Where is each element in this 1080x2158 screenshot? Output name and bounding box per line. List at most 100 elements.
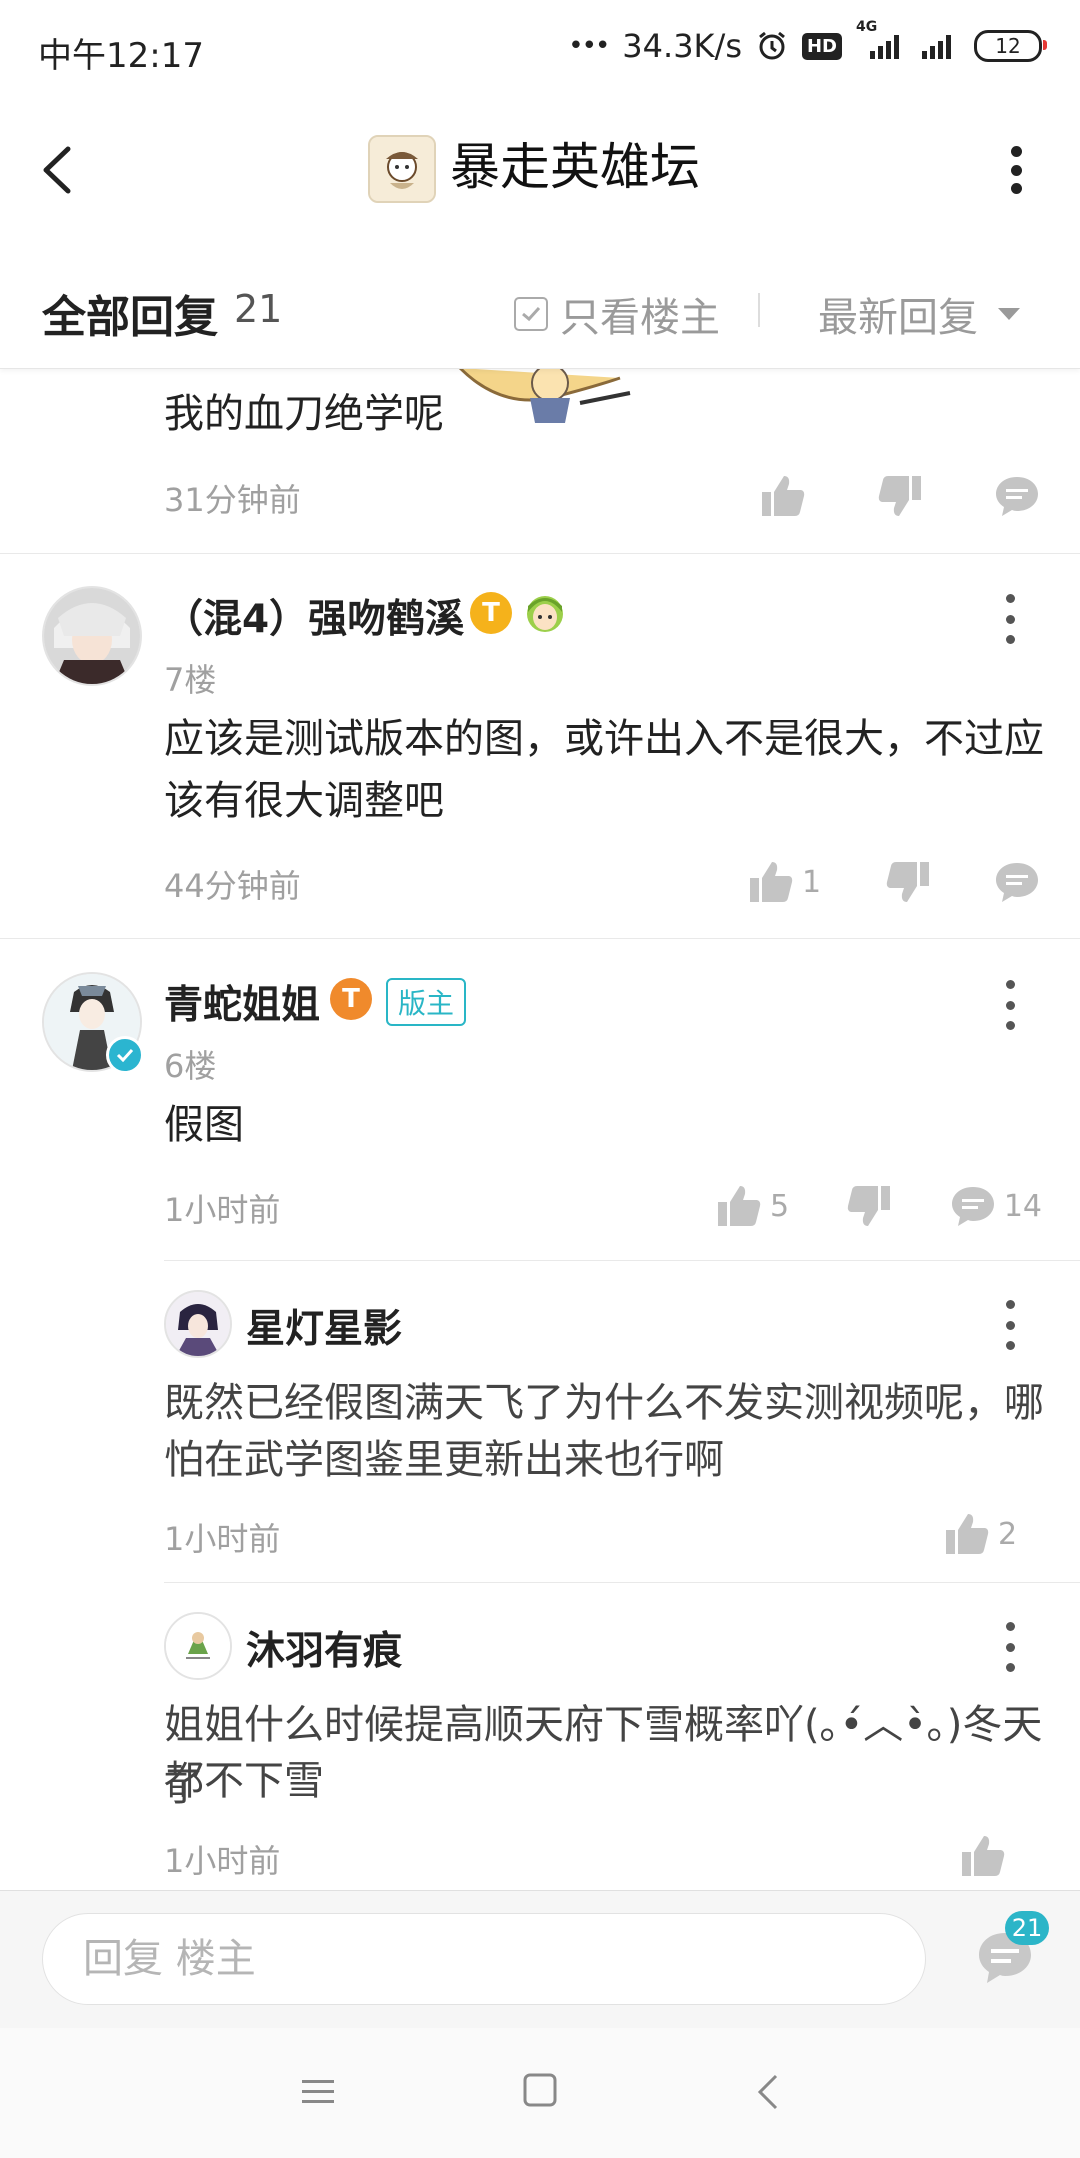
comment-more-button[interactable] — [1004, 594, 1016, 644]
like-button[interactable]: 1 — [748, 860, 821, 904]
username[interactable]: 沐羽有痕 — [246, 1620, 402, 1676]
reply-more-button[interactable] — [1004, 1622, 1016, 1672]
reply-header: 全部回复 21 只看楼主 最新回复 — [0, 243, 1080, 369]
avatar[interactable] — [42, 586, 142, 686]
avatar[interactable] — [164, 1290, 232, 1358]
home-button[interactable] — [522, 2072, 558, 2108]
back-triangle-icon — [757, 2074, 778, 2110]
more-options-button[interactable] — [1010, 140, 1030, 200]
reply-button[interactable] — [994, 860, 1040, 904]
back-button[interactable] — [38, 135, 98, 205]
alarm-icon — [756, 30, 788, 62]
comment-bubble-icon — [996, 477, 1038, 516]
checkbox-icon — [514, 297, 548, 331]
status-bar: 中午12:17 ••• 34.3K/s HD 4G 12 — [0, 0, 1080, 95]
level-badge: T — [470, 592, 512, 634]
vertical-dots-icon — [1010, 146, 1022, 194]
reply-time: 1小时前 — [164, 1520, 281, 1558]
network-speed: 34.3K/s — [622, 27, 742, 65]
only-op-label: 只看楼主 — [560, 295, 720, 341]
reply-divider — [164, 1582, 1080, 1583]
menu-button[interactable] — [300, 2074, 336, 2110]
reply-text-line: 怕在武学图鉴里更新出来也行啊 — [164, 1437, 724, 1483]
like-button[interactable]: 5 — [716, 1184, 789, 1228]
back-arrow-icon — [43, 146, 71, 194]
comment-divider — [0, 553, 1080, 554]
thumbs-up-icon — [750, 862, 793, 902]
header-separator — [758, 293, 760, 327]
forum-logo — [368, 135, 436, 203]
thumbs-down-icon — [878, 476, 921, 516]
reply-count: 21 — [234, 287, 283, 331]
only-op-toggle[interactable]: 只看楼主 — [514, 285, 720, 343]
username[interactable]: 青蛇姐姐 — [164, 974, 320, 1030]
comment-time: 1小时前 — [164, 1191, 281, 1229]
sort-dropdown[interactable]: 最新回复 — [818, 285, 1022, 343]
comment-more-button[interactable] — [1004, 980, 1016, 1030]
title-bar: 暴走英雄坛 — [0, 95, 1080, 244]
comment-actions: 1 — [748, 852, 1040, 912]
reply-input-bar: 回复 楼主 21 — [0, 1890, 1080, 2029]
level-badge: T — [330, 978, 372, 1020]
thumbs-up-icon — [946, 1514, 989, 1554]
reply-divider — [164, 1260, 1080, 1261]
dislike-button[interactable] — [877, 474, 923, 518]
reply-button[interactable]: 14 — [950, 1184, 1042, 1228]
system-back-button[interactable] — [754, 2072, 784, 2112]
like-button[interactable] — [960, 1834, 1006, 1878]
hd-icon: HD — [801, 32, 842, 60]
verified-icon — [106, 1036, 144, 1074]
signal-icon — [920, 31, 960, 61]
username[interactable]: 星灯星影 — [246, 1298, 402, 1354]
thumbs-up-icon — [762, 476, 805, 516]
floor-number: 6楼 — [164, 1047, 217, 1085]
comment-actions: 5 14 — [716, 1176, 1042, 1236]
comment-bubble-icon — [996, 863, 1038, 902]
all-replies-title: 全部回复 — [42, 292, 218, 343]
comment-actions — [760, 466, 1040, 526]
sort-label: 最新回复 — [818, 295, 978, 341]
reply-count: 14 — [1003, 1188, 1042, 1224]
like-count: 2 — [998, 1516, 1018, 1552]
like-count: 5 — [770, 1188, 790, 1224]
battery-icon: 12 — [974, 30, 1047, 62]
chevron-down-icon — [998, 308, 1020, 320]
comment-text: 假图 — [164, 1102, 244, 1148]
comment-time: 31分钟前 — [164, 481, 301, 519]
comment-text-line: 该有很大调整吧 — [164, 778, 444, 824]
status-time: 中午12:17 — [38, 36, 204, 76]
like-button[interactable] — [760, 474, 806, 518]
username[interactable]: （混4）强吻鹤溪 — [164, 588, 464, 644]
reply-input[interactable]: 回复 楼主 — [42, 1913, 926, 2005]
thumbs-up-icon — [962, 1836, 1005, 1876]
comment-divider — [0, 938, 1080, 939]
comment-text-line: 应该是测试版本的图，或许出入不是很大，不过应 — [164, 716, 1044, 762]
thumbs-down-icon — [848, 1186, 891, 1226]
comment-bubble-icon — [951, 1187, 994, 1226]
comment-time: 44分钟前 — [164, 867, 301, 905]
emblem-icon — [522, 590, 568, 636]
level-text: T — [342, 984, 360, 1014]
moderator-badge: 版主 — [386, 978, 467, 1026]
like-count: 1 — [802, 864, 822, 900]
more-dots: ••• — [568, 31, 610, 61]
reply-time: 1小时前 — [164, 1842, 281, 1880]
avatar[interactable] — [164, 1612, 232, 1680]
thumbs-up-icon — [718, 1186, 761, 1226]
status-icons: ••• 34.3K/s HD 4G 12 — [568, 19, 1047, 66]
thumbs-down-icon — [886, 862, 929, 902]
floor-number: 7楼 — [164, 661, 217, 699]
battery-level: 12 — [995, 34, 1021, 58]
reply-button[interactable] — [994, 474, 1040, 518]
reply-text-line: 既然已经假图满天飞了为什么不发实测视频呢，哪 — [164, 1380, 1044, 1426]
reply-more-button[interactable] — [1004, 1300, 1016, 1350]
network-type: 4G — [856, 19, 878, 35]
dislike-button[interactable] — [846, 1184, 892, 1228]
reply-actions — [960, 1826, 1006, 1886]
level-text: T — [482, 598, 500, 628]
reply-actions: 2 — [944, 1504, 1017, 1564]
dislike-button[interactable] — [885, 860, 931, 904]
menu-icon — [302, 2080, 334, 2103]
forum-title: 暴走英雄坛 — [450, 138, 700, 196]
like-button[interactable]: 2 — [944, 1512, 1017, 1556]
